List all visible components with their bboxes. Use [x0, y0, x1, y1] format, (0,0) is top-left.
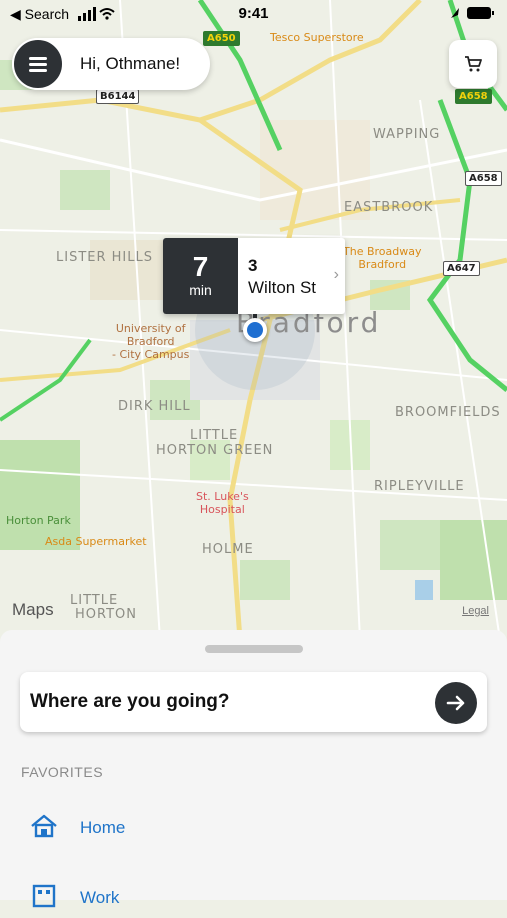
road-sign-a658: A658: [465, 171, 502, 186]
map-area-label: HORTON: [75, 607, 137, 622]
destination-search-placeholder: Where are you going?: [30, 691, 230, 712]
greeting-text: Hi, Othmane!: [80, 54, 181, 73]
poi-tesco[interactable]: Tesco Superstore: [270, 31, 364, 44]
map-area-label: LITTLE: [70, 593, 119, 608]
map-area-label: HOLME: [202, 542, 254, 557]
eta-minutes: 7: [192, 251, 209, 282]
home-icon: [30, 814, 58, 843]
road-sign-a650: A650: [203, 31, 240, 46]
arrow-right-icon: [446, 695, 465, 711]
destination-search-field[interactable]: Where are you going?: [20, 672, 487, 732]
legal-link[interactable]: Legal: [462, 605, 489, 617]
poi-asda[interactable]: Asda Supermarket: [45, 535, 147, 548]
sheet-grabber[interactable]: [205, 645, 303, 653]
map-area-label: BROOMFIELDS: [395, 405, 501, 420]
cart-icon: [465, 56, 482, 72]
favorite-label: Work: [80, 888, 120, 907]
chevron-right-icon: ›: [333, 266, 339, 283]
greeting-pill: Hi, Othmane!: [12, 38, 210, 90]
map-area-label: DIRK HILL: [118, 399, 191, 414]
cart-button[interactable]: [449, 40, 497, 88]
current-location-pin: [243, 318, 267, 342]
pickup-address: 3 Wilton St: [248, 256, 317, 297]
poi-st-lukes[interactable]: St. Luke's Hospital: [196, 490, 249, 516]
road-sign-a658: A658: [455, 89, 492, 104]
map-area-label: HORTON GREEN: [156, 443, 274, 458]
bottom-sheet: Where are you going? FAVORITES Home Work: [0, 630, 507, 908]
poi-horton-park[interactable]: Horton Park: [6, 514, 71, 527]
status-time: 9:41: [238, 5, 269, 22]
battery-icon: [449, 6, 497, 23]
map-area-label: RIPLEYVILLE: [374, 479, 465, 494]
map-area-label: LISTER HILLS: [56, 250, 153, 265]
eta-time-block: 7 min: [163, 238, 238, 314]
road-sign-b6144: B6144: [96, 89, 140, 104]
favorite-label: Home: [80, 818, 126, 837]
map-area-label: EASTBROOK: [344, 200, 434, 215]
search-go-button[interactable]: [435, 682, 477, 724]
status-bar: ◀ Search 9:41: [0, 0, 507, 28]
map-view[interactable]: WAPPING EASTBROOK LISTER HILLS DIRK HILL…: [0, 0, 507, 640]
hamburger-icon: [29, 56, 47, 72]
poi-broadway[interactable]: The Broadway Bradford: [343, 245, 421, 271]
favorite-work[interactable]: Work: [20, 878, 480, 918]
favorite-home[interactable]: Home: [20, 808, 480, 848]
work-icon: [30, 884, 58, 913]
map-area-label: LITTLE: [190, 428, 239, 443]
favorites-header: FAVORITES: [21, 764, 104, 780]
poi-university[interactable]: University of Bradford - City Campus: [112, 322, 189, 361]
road-sign-a647: A647: [443, 261, 480, 276]
maps-attribution: Maps: [12, 600, 54, 619]
menu-button[interactable]: [12, 38, 64, 90]
eta-unit: min: [189, 282, 212, 298]
map-area-label: WAPPING: [373, 127, 441, 142]
eta-callout[interactable]: 7 min 3 Wilton St ›: [163, 238, 345, 314]
